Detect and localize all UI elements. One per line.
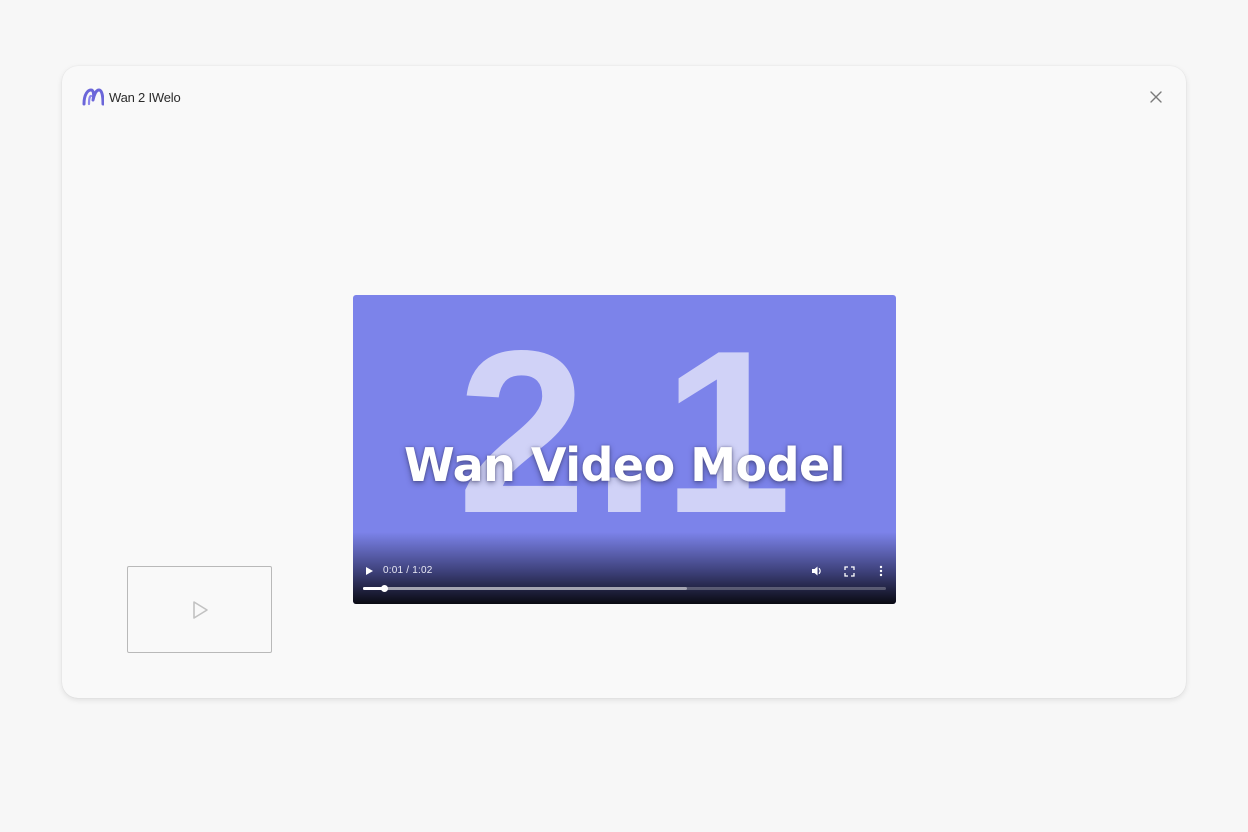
- more-vertical-icon: [879, 565, 883, 577]
- volume-button[interactable]: [809, 563, 825, 579]
- play-outline-icon: [192, 600, 208, 619]
- video-thumbnail[interactable]: [127, 566, 272, 653]
- progress-thumb[interactable]: [380, 585, 388, 592]
- time-display: 0:01 / 1:02: [383, 565, 433, 576]
- progress-buffered: [363, 587, 688, 590]
- volume-icon: [812, 566, 821, 576]
- more-options-button[interactable]: [873, 563, 889, 579]
- video-modal: Wan 2 IWelo 2.1 Wan Video Model 0:01 / 1…: [62, 66, 1186, 698]
- close-icon: [1150, 91, 1162, 103]
- wan-logo-icon: [82, 88, 104, 106]
- video-frame-number: 2.1: [457, 303, 798, 562]
- progress-bar[interactable]: [363, 585, 886, 592]
- close-button[interactable]: [1144, 86, 1168, 108]
- play-icon: [366, 567, 373, 575]
- brand-name: Wan 2 IWelo: [109, 89, 181, 105]
- fullscreen-button[interactable]: [841, 563, 857, 579]
- video-player[interactable]: 2.1 Wan Video Model 0:01 / 1:02: [353, 295, 896, 604]
- fullscreen-icon: [843, 565, 855, 577]
- video-frame-title: Wan Video Model: [404, 438, 845, 492]
- brand: Wan 2 IWelo: [82, 86, 181, 108]
- play-button[interactable]: [361, 563, 377, 579]
